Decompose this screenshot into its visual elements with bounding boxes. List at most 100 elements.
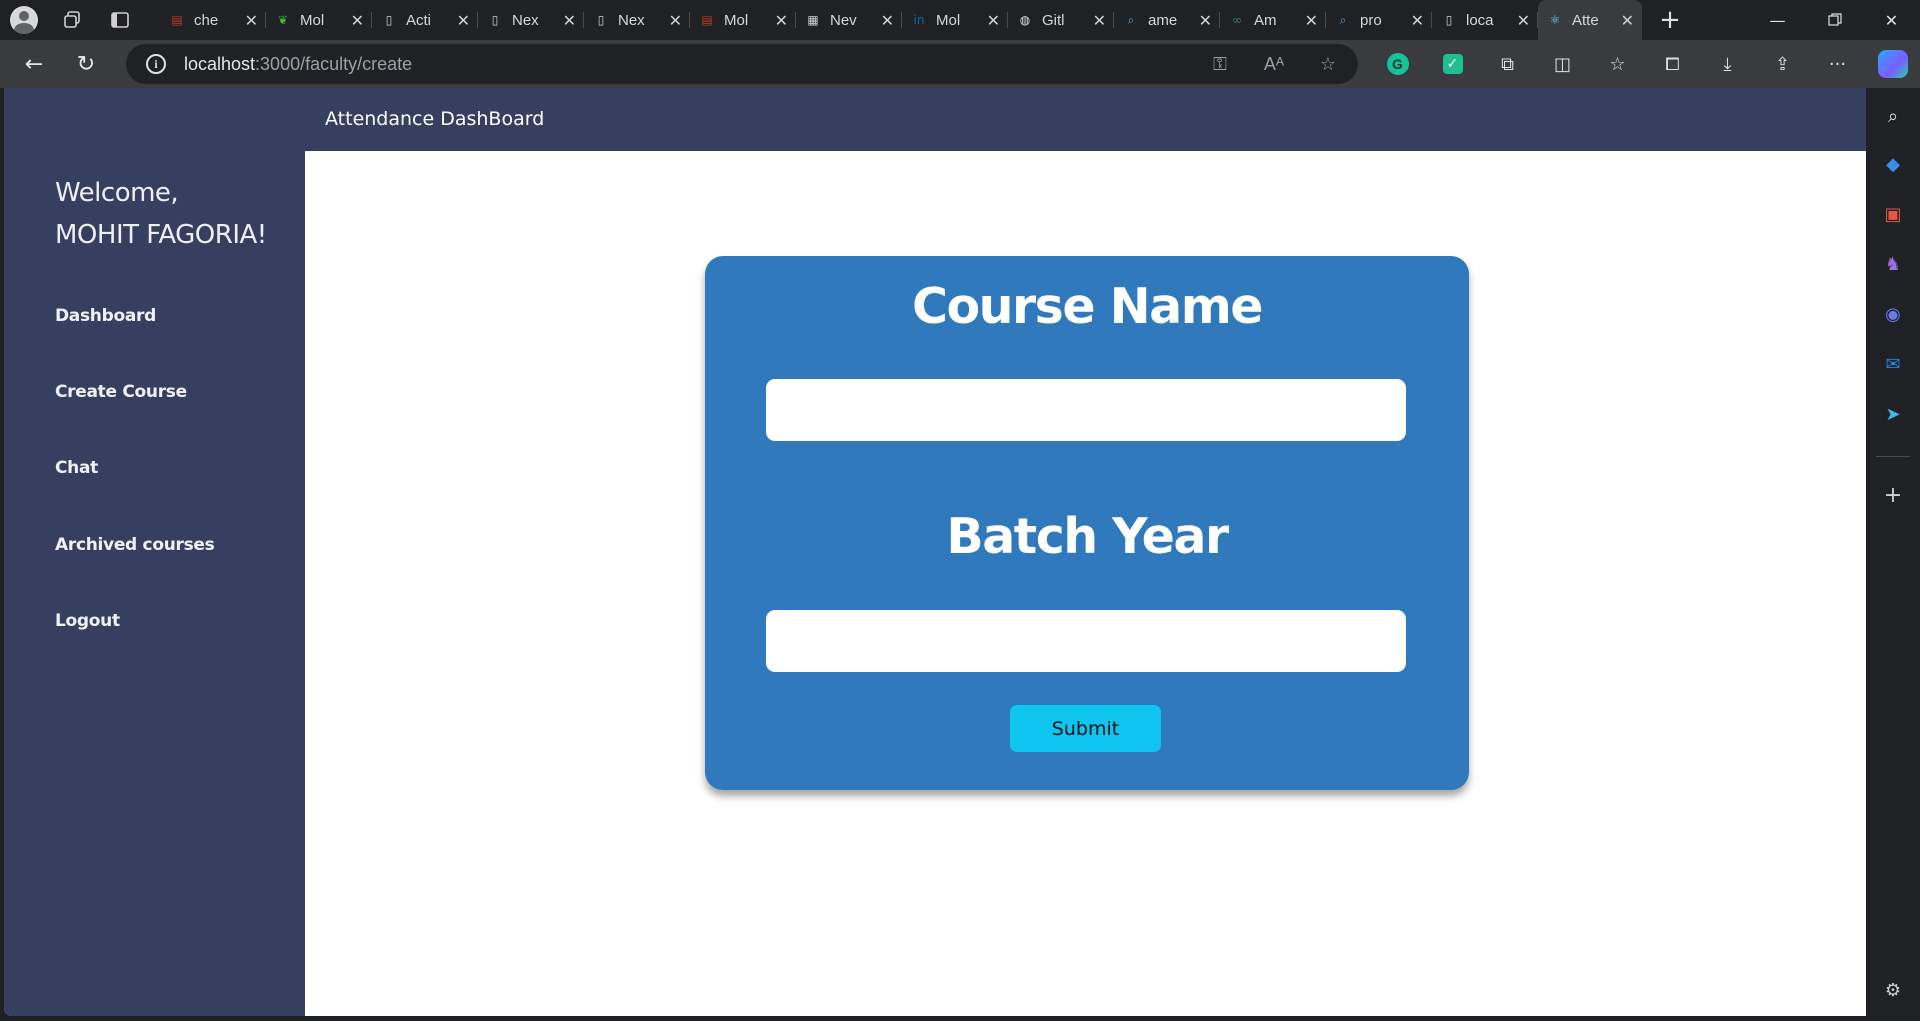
browser-tab[interactable]: ▦ Nev ✕ bbox=[796, 0, 902, 40]
close-tab-icon[interactable]: ✕ bbox=[1621, 11, 1634, 30]
pdf-icon: ▤ bbox=[701, 13, 713, 27]
close-tab-icon[interactable]: ✕ bbox=[775, 11, 788, 30]
close-tab-icon[interactable]: ✕ bbox=[457, 11, 470, 30]
app-sidebar: Welcome, MOHIT FAGORIA! Dashboard Create… bbox=[4, 88, 305, 1016]
browser-tab[interactable]: ▯ loca ✕ bbox=[1432, 0, 1538, 40]
page-icon: ▯ bbox=[1445, 13, 1453, 27]
address-bar[interactable]: i localhost:3000/faculty/create ⚿ Aᴬ ☆ bbox=[126, 44, 1358, 84]
tab-label: Mol bbox=[724, 11, 749, 29]
profile-button[interactable] bbox=[0, 0, 48, 40]
search-icon: ⌕ bbox=[1127, 12, 1135, 27]
tab-label: Nev bbox=[830, 11, 857, 29]
favorite-star-icon[interactable]: ☆ bbox=[1308, 54, 1348, 75]
browser-tab[interactable]: ⚛ Atte ✕ bbox=[1538, 0, 1642, 40]
toolbox-icon[interactable]: ▣ bbox=[1881, 202, 1905, 226]
settings-gear-icon[interactable]: ⚙ bbox=[1881, 978, 1905, 1002]
restore-icon[interactable] bbox=[1806, 0, 1863, 40]
course-name-input[interactable] bbox=[766, 379, 1406, 441]
header-title: Attendance DashBoard bbox=[325, 108, 545, 130]
close-window-icon[interactable]: ✕ bbox=[1863, 0, 1920, 40]
tab-label: Nex bbox=[618, 11, 645, 29]
tab-label: ame bbox=[1148, 11, 1178, 29]
close-tab-icon[interactable]: ✕ bbox=[351, 11, 364, 30]
share-icon[interactable]: ⇪ bbox=[1755, 40, 1810, 88]
create-course-form: Course Name Batch Year Submit bbox=[705, 256, 1469, 790]
key-icon[interactable]: ⚿ bbox=[1200, 54, 1240, 75]
react-icon: ⚛ bbox=[1549, 13, 1561, 27]
nav-dashboard[interactable]: Dashboard bbox=[55, 306, 156, 326]
copilot-sidebar-icon[interactable]: ◉ bbox=[1881, 302, 1905, 326]
browser-tab[interactable]: ▯ Nex ✕ bbox=[584, 0, 690, 40]
welcome-message: Welcome, MOHIT FAGORIA! bbox=[55, 172, 267, 256]
welcome-username: MOHIT FAGORIA! bbox=[55, 220, 267, 250]
send-icon[interactable]: ➤ bbox=[1881, 402, 1905, 426]
extensions-toolbar: G ✓ ⧉ ◫ ☆ ⧠ ⤓ ⇪ ··· bbox=[1370, 40, 1920, 88]
welcome-greeting: Welcome, bbox=[55, 178, 179, 208]
browser-tab[interactable]: ∞ Am ✕ bbox=[1220, 0, 1326, 40]
submit-button[interactable]: Submit bbox=[1010, 705, 1161, 752]
vertical-tabs-icon[interactable] bbox=[96, 0, 144, 40]
browser-tab[interactable]: ▯ Acti ✕ bbox=[372, 0, 478, 40]
games-icon[interactable]: ♞ bbox=[1881, 252, 1905, 276]
close-tab-icon[interactable]: ✕ bbox=[245, 11, 258, 30]
close-tab-icon[interactable]: ✕ bbox=[1093, 11, 1106, 30]
browser-tab[interactable]: ▤ che ✕ bbox=[160, 0, 266, 40]
close-tab-icon[interactable]: ✕ bbox=[669, 11, 682, 30]
shopping-tag-icon[interactable]: ◆ bbox=[1881, 152, 1905, 176]
browser-tab[interactable]: ⌕ pro ✕ bbox=[1326, 0, 1432, 40]
url-host: localhost bbox=[184, 53, 256, 74]
batch-year-input[interactable] bbox=[766, 610, 1406, 672]
more-menu-icon[interactable]: ··· bbox=[1810, 40, 1865, 88]
close-tab-icon[interactable]: ✕ bbox=[987, 11, 1000, 30]
read-aloud-icon[interactable]: Aᴬ bbox=[1254, 54, 1294, 75]
close-tab-icon[interactable]: ✕ bbox=[1517, 11, 1530, 30]
search-icon: ⌕ bbox=[1339, 12, 1347, 27]
browser-tab[interactable]: ⌕ ame ✕ bbox=[1114, 0, 1220, 40]
pdf-icon: ▤ bbox=[171, 13, 183, 27]
minimize-icon[interactable]: — bbox=[1749, 0, 1806, 40]
favorites-icon[interactable]: ☆ bbox=[1590, 40, 1645, 88]
search-icon[interactable]: ⌕ bbox=[1881, 104, 1905, 128]
split-screen-icon[interactable]: ◫ bbox=[1535, 40, 1590, 88]
close-tab-icon[interactable]: ✕ bbox=[1199, 11, 1212, 30]
batch-year-label: Batch Year bbox=[946, 508, 1229, 565]
close-tab-icon[interactable]: ✕ bbox=[881, 11, 894, 30]
new-tab-button[interactable]: + bbox=[1642, 0, 1698, 40]
browser-tab[interactable]: ▤ Mol ✕ bbox=[690, 0, 796, 40]
refresh-icon[interactable]: ↻ bbox=[60, 40, 112, 88]
close-tab-icon[interactable]: ✕ bbox=[563, 11, 576, 30]
add-icon[interactable]: + bbox=[1881, 483, 1905, 508]
url-text[interactable]: localhost:3000/faculty/create bbox=[184, 54, 412, 75]
avatar bbox=[10, 6, 38, 34]
calendar-icon: ▦ bbox=[807, 13, 819, 27]
close-tab-icon[interactable]: ✕ bbox=[1411, 11, 1424, 30]
linkedin-icon: in bbox=[913, 13, 925, 27]
github-icon: ◍ bbox=[1019, 13, 1031, 27]
checklist-extension-icon[interactable]: ✓ bbox=[1425, 40, 1480, 88]
mongodb-icon: ❦ bbox=[277, 13, 289, 27]
workspaces-icon[interactable] bbox=[48, 0, 96, 40]
page-icon: ▯ bbox=[385, 13, 393, 27]
window-controls: — ✕ bbox=[1749, 0, 1920, 40]
close-tab-icon[interactable]: ✕ bbox=[1305, 11, 1318, 30]
nav-archived-courses[interactable]: Archived courses bbox=[55, 535, 215, 555]
copilot-icon[interactable] bbox=[1865, 40, 1920, 88]
nav-logout[interactable]: Logout bbox=[55, 611, 120, 631]
tab-label: pro bbox=[1360, 11, 1382, 29]
browser-tab[interactable]: in Mol ✕ bbox=[902, 0, 1008, 40]
site-info-button[interactable]: i bbox=[136, 54, 176, 74]
outlook-icon[interactable]: ✉ bbox=[1881, 352, 1905, 376]
browser-tab-strip: ▤ che ✕ ❦ Mol ✕ ▯ Acti ✕ ▯ Nex ✕ ▯ Nex ✕ ▤ Mol ✕ ▦ Nev ✕ in Mo… bbox=[0, 0, 1920, 40]
tab-label: Gitl bbox=[1042, 11, 1065, 29]
nav-create-course[interactable]: Create Course bbox=[55, 382, 187, 402]
browser-tab[interactable]: ◍ Gitl ✕ bbox=[1008, 0, 1114, 40]
collections-icon[interactable]: ⧠ bbox=[1645, 40, 1700, 88]
tab-label: Mol bbox=[300, 11, 325, 29]
browser-tab[interactable]: ❦ Mol ✕ bbox=[266, 0, 372, 40]
nav-chat[interactable]: Chat bbox=[55, 458, 98, 478]
grammarly-icon[interactable]: G bbox=[1370, 40, 1425, 88]
extensions-puzzle-icon[interactable]: ⧉ bbox=[1480, 40, 1535, 88]
browser-tab[interactable]: ▯ Nex ✕ bbox=[478, 0, 584, 40]
back-icon[interactable]: ← bbox=[8, 40, 60, 88]
downloads-icon[interactable]: ⤓ bbox=[1700, 40, 1755, 88]
